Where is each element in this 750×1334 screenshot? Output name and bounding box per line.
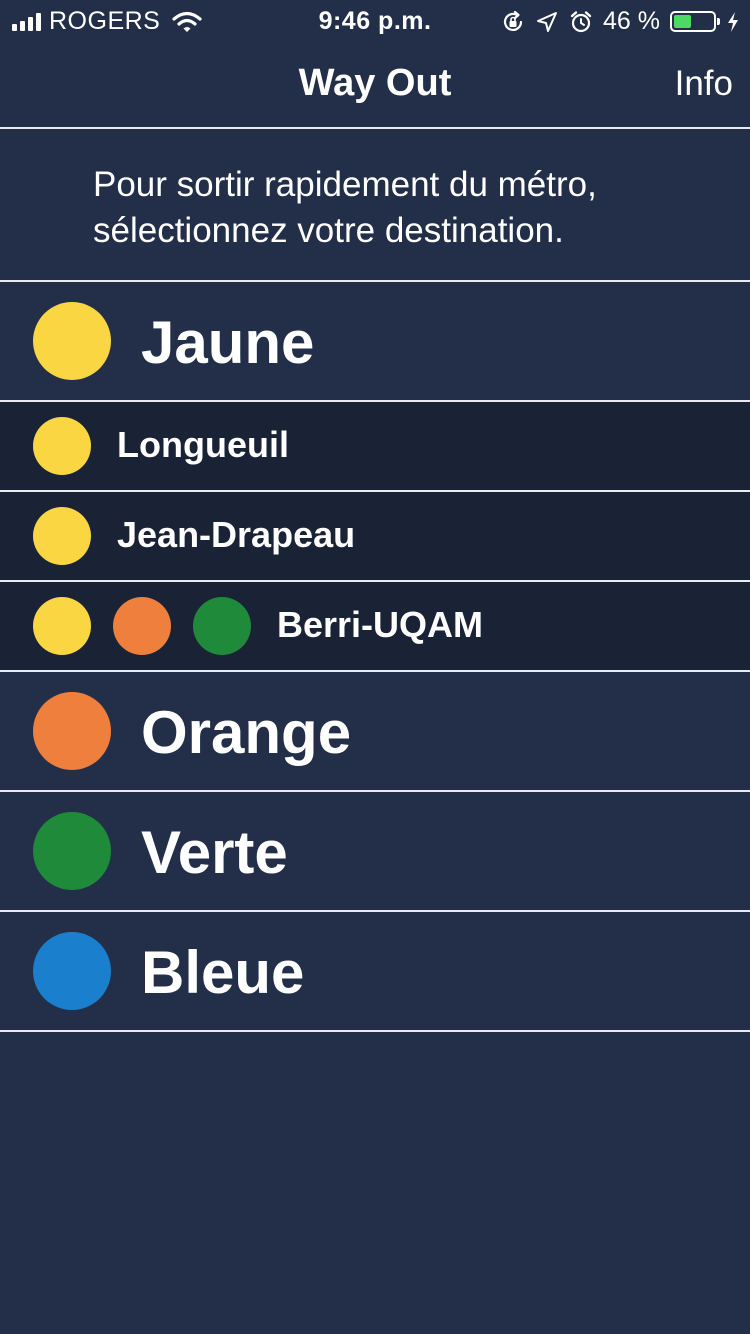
- intro-text: Pour sortir rapidement du métro, sélecti…: [93, 162, 713, 254]
- rotation-lock-icon: [503, 10, 523, 31]
- station-label-longueuil: Longueuil: [117, 424, 289, 465]
- line-color-dot-orange: [33, 692, 111, 770]
- line-label-orange: Orange: [141, 699, 352, 766]
- line-row-jaune[interactable]: Jaune: [0, 282, 750, 400]
- line-row-bleue[interactable]: Bleue: [0, 912, 750, 1030]
- battery-icon: [670, 11, 720, 32]
- battery-fill: [674, 15, 692, 28]
- station-label-berri-uqam: Berri-UQAM: [277, 604, 484, 645]
- location-icon: [537, 11, 558, 32]
- divider: [0, 1030, 750, 1032]
- info-button[interactable]: Info: [675, 64, 733, 104]
- station-row-berri-uqam[interactable]: Berri-UQAM: [0, 582, 750, 670]
- station-row-longueuil[interactable]: Longueuil: [0, 402, 750, 490]
- line-color-dot-bleue: [33, 932, 111, 1010]
- station-dot-jaune: [33, 597, 91, 655]
- line-color-dot-jaune: [33, 302, 111, 380]
- line-row-orange[interactable]: Orange: [0, 672, 750, 790]
- station-row-jean-drapeau[interactable]: Jean-Drapeau: [0, 492, 750, 580]
- station-dot-jaune: [33, 417, 91, 475]
- battery-percent: 46 %: [603, 7, 660, 35]
- intro-line-1: Pour sortir rapidement du métro,: [93, 165, 597, 204]
- station-dot-jaune: [33, 507, 91, 565]
- nav-bar: Way Out Info: [0, 42, 750, 126]
- alarm-icon: [570, 10, 592, 32]
- line-label-jaune: Jaune: [141, 309, 315, 376]
- line-color-dot-verte: [33, 812, 111, 890]
- station-dot-orange: [113, 597, 171, 655]
- divider: [0, 127, 750, 129]
- status-right: 46 %: [501, 7, 740, 36]
- status-bar: ROGERS 9:46 p.m. 46 %: [0, 0, 750, 42]
- station-label-jean-drapeau: Jean-Drapeau: [117, 514, 356, 555]
- line-label-verte: Verte: [141, 819, 288, 886]
- charging-icon: [728, 11, 738, 32]
- page-title: Way Out: [298, 62, 452, 104]
- intro-line-2: sélectionnez votre destination.: [93, 211, 564, 250]
- line-label-bleue: Bleue: [141, 939, 305, 1006]
- line-row-verte[interactable]: Verte: [0, 792, 750, 910]
- station-dot-verte: [193, 597, 251, 655]
